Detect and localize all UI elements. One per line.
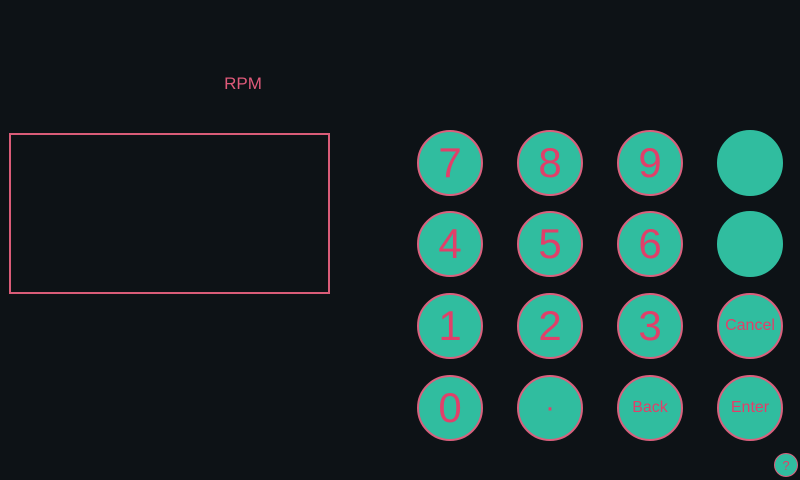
key-5-button[interactable]: 5 [517, 211, 583, 277]
blank-key-button[interactable] [717, 211, 783, 277]
key-0-button[interactable]: 0 [417, 375, 483, 441]
field-label: RPM [224, 74, 262, 93]
key-7-button[interactable]: 7 [417, 130, 483, 196]
value-display[interactable] [9, 133, 330, 294]
key-3-button[interactable]: 3 [617, 293, 683, 359]
help-button[interactable]: ? [774, 453, 798, 477]
enter-button[interactable]: Enter [717, 375, 783, 441]
key-8-button[interactable]: 8 [517, 130, 583, 196]
cancel-button[interactable]: Cancel [717, 293, 783, 359]
back-button[interactable]: Back [617, 375, 683, 441]
key-9-button[interactable]: 9 [617, 130, 683, 196]
key-4-button[interactable]: 4 [417, 211, 483, 277]
key-6-button[interactable]: 6 [617, 211, 683, 277]
blank-key-button[interactable] [717, 130, 783, 196]
decimal-point-button[interactable]: · [517, 375, 583, 441]
key-1-button[interactable]: 1 [417, 293, 483, 359]
key-2-button[interactable]: 2 [517, 293, 583, 359]
